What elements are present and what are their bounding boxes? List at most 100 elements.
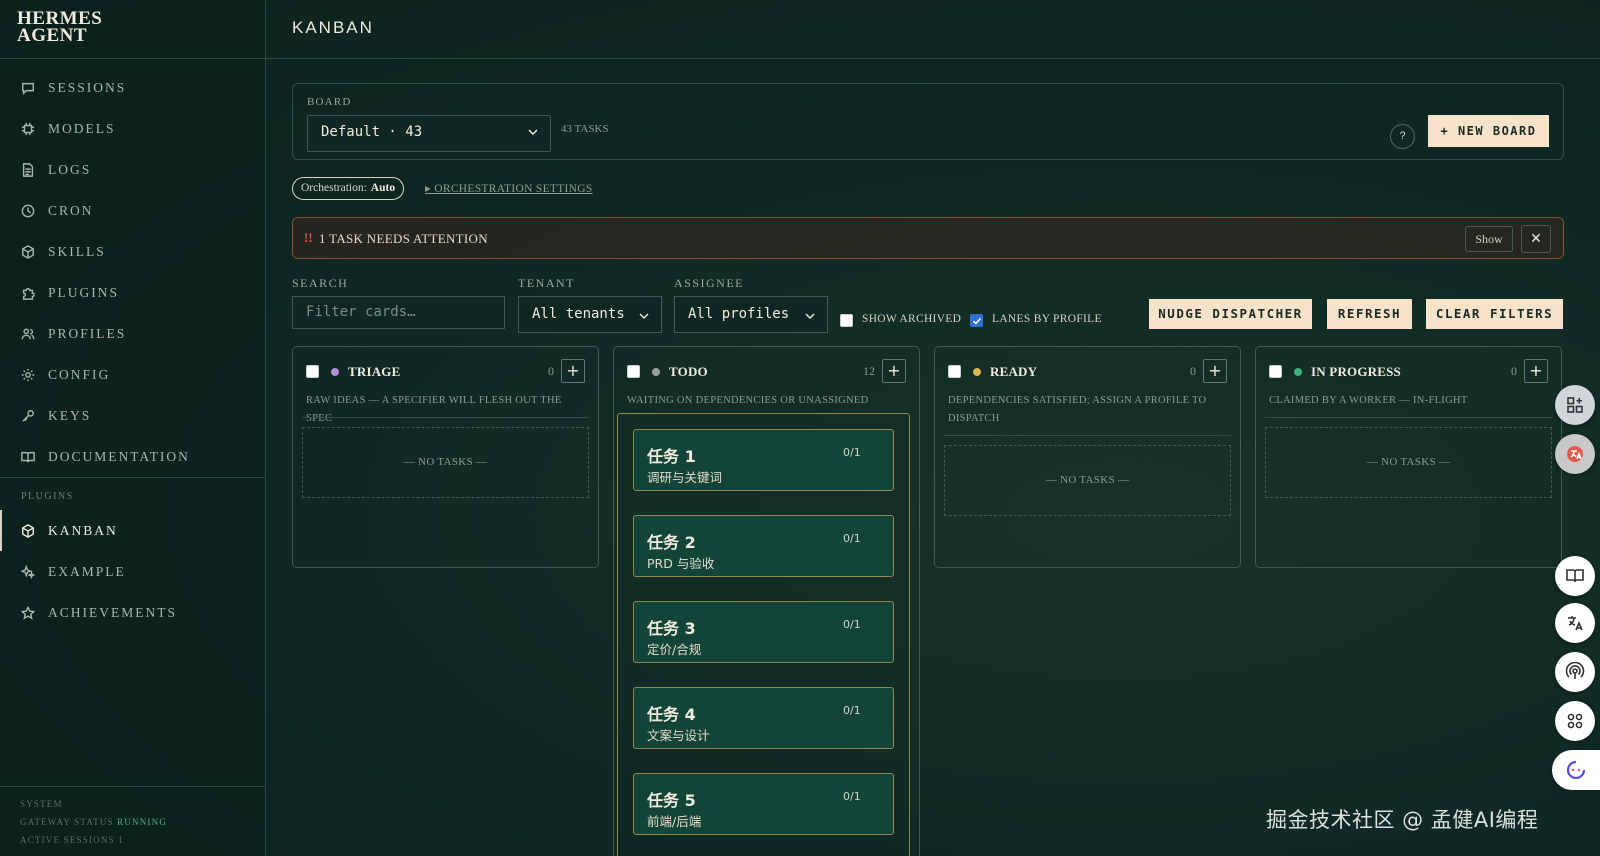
sidebar-item-models[interactable]: MODELS <box>0 108 265 149</box>
translate-text-icon[interactable] <box>1555 603 1595 643</box>
lane-ready: READY 0 + DEPENDENCIES SATISFIED; ASSIGN… <box>934 346 1241 568</box>
sidebar-item-cron[interactable]: CRON <box>0 190 265 231</box>
sidebar-item-example[interactable]: EXAMPLE <box>0 551 265 592</box>
lane-in-progress: IN PROGRESS 0 + CLAIMED BY A WORKER — IN… <box>1255 346 1562 568</box>
lane-select-checkbox[interactable] <box>1269 365 1282 378</box>
task-title: 任务 5 <box>647 791 696 810</box>
chip-icon <box>21 122 35 136</box>
lane-header: TRIAGE 0 + <box>306 359 598 384</box>
lane-status-dot <box>331 368 339 376</box>
sidebar-item-label: PROFILES <box>48 325 127 341</box>
tenant-select[interactable]: All tenants <box>518 296 662 333</box>
sidebar-item-label: KEYS <box>48 407 92 423</box>
page-header: KANBAN <box>266 0 1600 59</box>
orchestration-value: Auto <box>370 182 396 194</box>
lane-select-checkbox[interactable] <box>306 365 319 378</box>
active-sessions-label: ACTIVE SESSIONS <box>20 835 115 845</box>
task-subtitle: 定价/合规 <box>647 642 702 657</box>
sidebar-item-kanban[interactable]: KANBAN <box>0 510 265 551</box>
lane-select-checkbox[interactable] <box>627 365 640 378</box>
board-select[interactable]: Default · 43 <box>307 115 551 152</box>
show-button[interactable]: Show <box>1465 226 1513 252</box>
search-input[interactable]: Filter cards… <box>292 296 505 329</box>
sidebar-item-plugins[interactable]: PLUGINS <box>0 272 265 313</box>
translate-icon[interactable] <box>1555 434 1595 474</box>
lane-todo: TODO 12 + WAITING ON DEPENDENCIES OR UNA… <box>613 346 920 856</box>
task-card[interactable]: 任务 5 前端/后端 0/1 <box>633 773 894 835</box>
task-title: 任务 3 <box>647 619 696 638</box>
broadcast-icon[interactable] <box>1555 652 1595 692</box>
lane-count: 0 <box>1190 364 1196 378</box>
assignee-select[interactable]: All profiles <box>674 296 828 333</box>
orchestration-mode-pill[interactable]: Orchestration: Auto <box>292 177 405 200</box>
tenant-label: TENANT <box>518 276 575 290</box>
add-task-button[interactable]: + <box>1203 359 1227 383</box>
sidebar-item-documentation[interactable]: DOCUMENTATION <box>0 436 265 477</box>
lanes-by-profile-label: LANES BY PROFILE <box>992 313 1102 325</box>
sidebar-item-config[interactable]: CONFIG <box>0 354 265 395</box>
star-icon <box>21 605 35 620</box>
apps-add-icon[interactable] <box>1555 385 1595 425</box>
task-progress: 0/1 <box>843 790 861 803</box>
task-title: 任务 4 <box>647 705 696 724</box>
grid-apps-icon[interactable] <box>1555 701 1595 741</box>
show-archived-label: SHOW ARCHIVED <box>862 313 962 325</box>
brand-logo[interactable]: HERMES AGENT <box>0 0 265 59</box>
add-task-button[interactable]: + <box>882 359 906 383</box>
sidebar-item-achievements[interactable]: ACHIEVEMENTS <box>0 592 265 633</box>
sidebar-item-label: SESSIONS <box>48 79 127 95</box>
gateway-status-value: RUNNING <box>117 817 168 827</box>
assistant-bot-icon[interactable] <box>1552 750 1600 790</box>
box-icon <box>21 523 35 538</box>
task-subtitle: 调研与关键词 <box>647 470 723 485</box>
show-archived-checkbox[interactable] <box>840 314 853 327</box>
search-label: SEARCH <box>292 276 349 290</box>
page-title: KANBAN <box>292 18 374 37</box>
task-card[interactable]: 任务 2 PRD 与验收 0/1 <box>633 515 894 577</box>
sidebar-item-profiles[interactable]: PROFILES <box>0 313 265 354</box>
sidebar-item-label: KANBAN <box>48 522 118 538</box>
sidebar-item-label: PLUGINS <box>48 284 120 300</box>
clear-filters-button[interactable]: CLEAR FILTERS <box>1426 299 1563 329</box>
lane-description: DEPENDENCIES SATISFIED; ASSIGN A PROFILE… <box>948 395 1207 424</box>
lane-count: 0 <box>548 364 554 378</box>
gateway-status: GATEWAY STATUS RUNNING <box>20 813 265 831</box>
lane-card-list: 任务 1 调研与关键词 0/1 任务 2 PRD 与验收 0/1 任务 3 定价… <box>617 413 910 856</box>
add-task-button[interactable]: + <box>561 359 585 383</box>
lane-select-checkbox[interactable] <box>948 365 961 378</box>
lane-header: TODO 12 + <box>627 359 919 384</box>
add-task-button[interactable]: + <box>1524 359 1548 383</box>
orchestration-settings-link[interactable]: ▸ ORCHESTRATION SETTINGS <box>425 181 593 195</box>
task-card[interactable]: 任务 3 定价/合规 0/1 <box>633 601 894 663</box>
board-label: BOARD <box>307 96 352 108</box>
nudge-dispatcher-button[interactable]: NUDGE DISPATCHER <box>1149 299 1312 329</box>
new-board-button[interactable]: + NEW BOARD <box>1428 115 1549 147</box>
help-button[interactable]: ? <box>1390 124 1415 149</box>
task-subtitle: 前端/后端 <box>647 814 702 829</box>
task-progress: 0/1 <box>843 446 861 459</box>
task-card[interactable]: 任务 4 文案与设计 0/1 <box>633 687 894 749</box>
chevron-down-icon <box>528 129 538 135</box>
task-card[interactable]: 任务 1 调研与关键词 0/1 <box>633 429 894 491</box>
lanes-by-profile-checkbox[interactable] <box>970 314 983 327</box>
lane-header: READY 0 + <box>948 359 1240 384</box>
lane-count: 12 <box>863 364 875 378</box>
sidebar-item-logs[interactable]: LOGS <box>0 149 265 190</box>
sidebar-item-sessions[interactable]: SESSIONS <box>0 67 265 108</box>
assignee-select-value: All profiles <box>688 306 790 322</box>
reader-icon[interactable] <box>1555 556 1595 596</box>
task-subtitle: 文案与设计 <box>647 728 710 743</box>
lane-status-dot <box>1294 368 1302 376</box>
chevron-down-icon <box>639 313 649 319</box>
sidebar-item-skills[interactable]: SKILLS <box>0 231 265 272</box>
refresh-button[interactable]: REFRESH <box>1327 299 1412 329</box>
watermark-text: 掘金技术社区 @ 孟健AI编程 <box>1266 808 1539 832</box>
board-panel: BOARD Default · 43 43 TASKS ? + NEW BOAR… <box>292 83 1564 160</box>
lane-title: TRIAGE <box>348 364 401 379</box>
empty-lane-placeholder: — NO TASKS — <box>302 427 589 498</box>
plugins-section-label: PLUGINS <box>0 477 265 510</box>
close-icon[interactable]: ✕ <box>1521 225 1551 253</box>
sidebar-item-keys[interactable]: KEYS <box>0 395 265 436</box>
sidebar: HERMES AGENT SESSIONS MODELS LOGS CRON S… <box>0 0 266 856</box>
document-icon <box>21 162 35 177</box>
